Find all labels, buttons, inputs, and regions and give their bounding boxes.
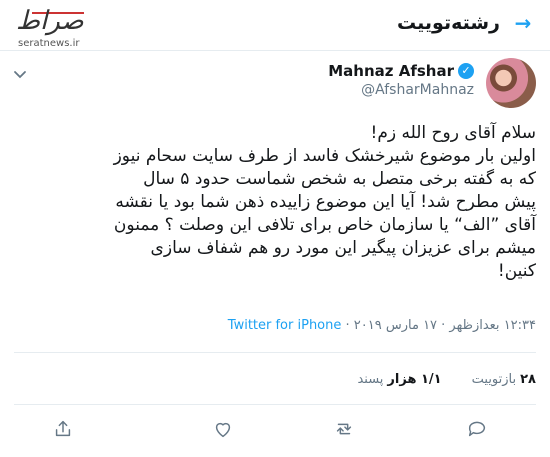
tweet-line: کنین!: [497, 261, 536, 281]
tweet-line: اولین بار موضوع شیرخشک فاسد از طرف سایت …: [113, 146, 536, 166]
arrow-right-icon[interactable]: →: [512, 12, 534, 34]
chevron-down-icon[interactable]: [12, 66, 28, 82]
author-name-row[interactable]: Mahnaz Afshar ✓: [328, 62, 474, 80]
watermark-url: seratnews.ir: [18, 38, 80, 49]
likes-count: ۱/۱ هزار: [387, 372, 442, 387]
engagement-stats: ۲۸بازتوییت ۱/۱ هزارپسند: [357, 372, 536, 387]
heart-icon[interactable]: [212, 418, 234, 440]
retweets-label: بازتوییت: [471, 372, 517, 387]
verified-badge-icon: ✓: [458, 63, 474, 79]
share-icon[interactable]: [52, 418, 74, 440]
author-handle[interactable]: @AfsharMahnaz: [361, 82, 474, 98]
likes-label: پسند: [357, 372, 384, 387]
likes-stat[interactable]: ۱/۱ هزارپسند: [357, 372, 441, 387]
tweet-text: سلام آقای روح الله زم! اولین بار موضوع ش…: [16, 122, 536, 283]
tweet-source[interactable]: Twitter for iPhone: [228, 318, 342, 333]
tweet-line: که به گفته برخی متصل به شخص شماست حدود ۵…: [143, 169, 536, 189]
avatar[interactable]: [486, 58, 536, 108]
retweets-count: ۲۸: [520, 372, 536, 387]
tweet-line: سلام آقای روح الله زم!: [370, 123, 536, 143]
tweet-line: میشم برای عزیزان پیگیر این مورد رو هم شف…: [150, 238, 536, 258]
tweet-timestamp[interactable]: ۱۲:۳۴ بعدازظهر · ۱۷ مارس ۲۰۱۹ ·: [346, 318, 536, 333]
tweet-line: پیش مطرح شد! آیا این موضوع زاییده ذهن شم…: [115, 192, 536, 212]
watermark-logo: صراط seratnews.ir: [8, 6, 100, 50]
retweet-icon[interactable]: [333, 418, 355, 440]
tweet-line: آقای ”الف“ یا سازمان خاص برای تلافی این …: [113, 215, 536, 235]
display-name[interactable]: Mahnaz Afshar: [328, 62, 454, 80]
tweet-actions: [0, 412, 550, 446]
page-title: رشته‌توییت: [397, 12, 500, 34]
divider: [14, 404, 536, 405]
watermark-logo-text: صراط: [16, 6, 84, 36]
header-bar: صراط seratnews.ir رشته‌توییت →: [0, 0, 550, 51]
tweet-meta: ۱۲:۳۴ بعدازظهر · ۱۷ مارس ۲۰۱۹ · Twitter …: [228, 318, 536, 333]
divider: [14, 352, 536, 353]
retweets-stat[interactable]: ۲۸بازتوییت: [472, 372, 536, 387]
reply-icon[interactable]: [466, 418, 488, 440]
